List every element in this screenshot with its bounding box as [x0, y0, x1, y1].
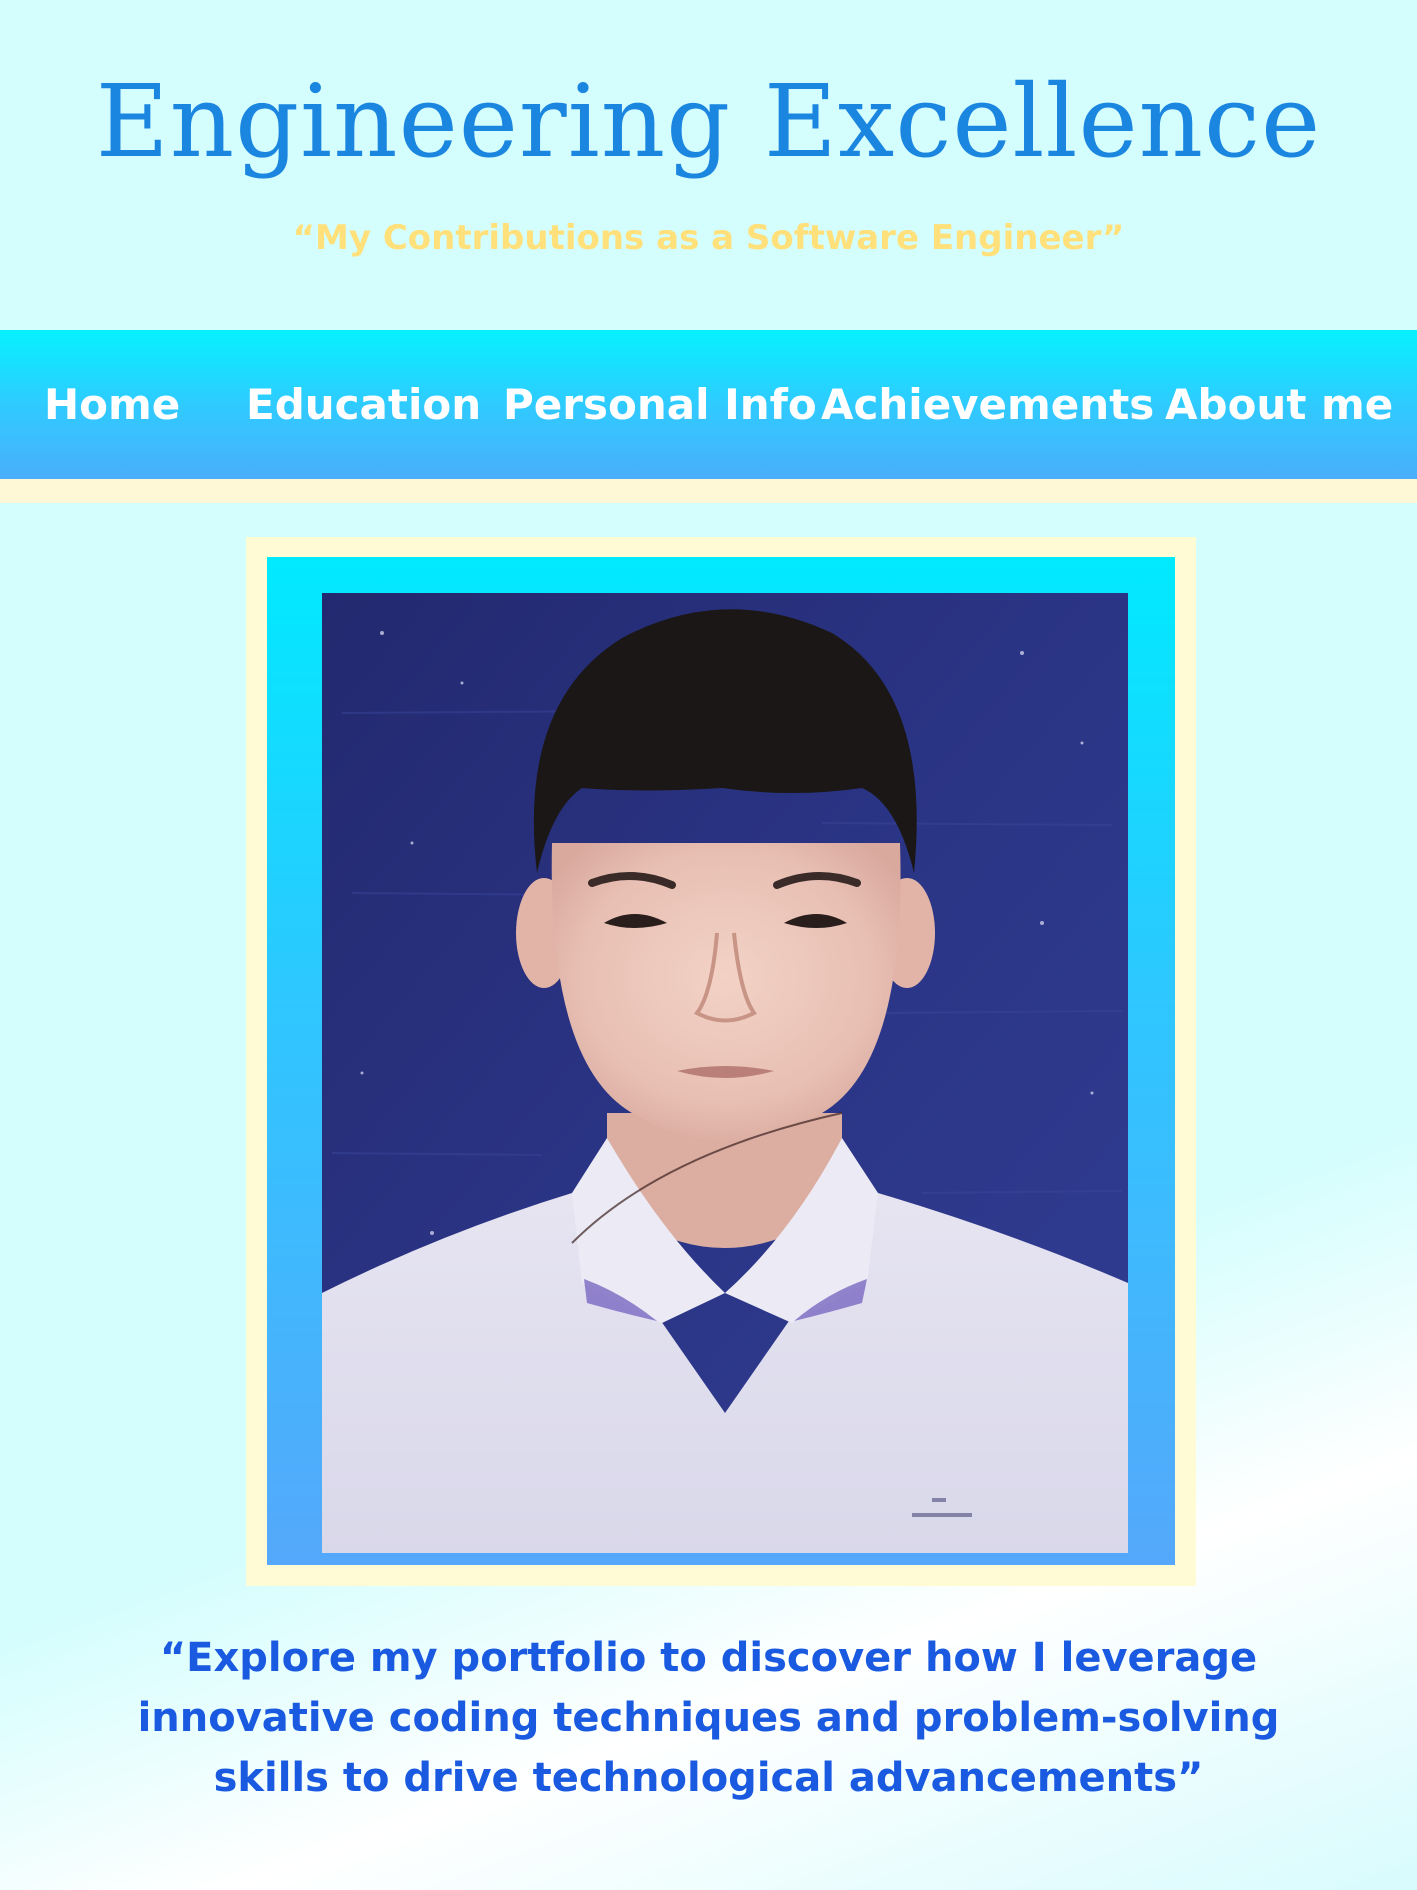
nav-item-personal-info[interactable]: Personal Info	[503, 330, 817, 479]
main-navbar: Home Education Personal Info Achievement…	[0, 330, 1417, 479]
site-subtitle: “My Contributions as a Software Engineer…	[292, 218, 1125, 258]
nav-item-achievements[interactable]: Achievements	[821, 330, 1154, 479]
nav-divider	[0, 479, 1417, 503]
tagline: “Explore my portfolio to discover how I …	[137, 1635, 1280, 1801]
nav-item-education[interactable]: Education	[246, 330, 481, 479]
site-header: Engineering Excellence “My Contributions…	[0, 0, 1417, 330]
nav-item-home[interactable]: Home	[44, 330, 180, 479]
nav-item-about-me[interactable]: About me	[1165, 330, 1393, 479]
site-title: Engineering Excellence	[95, 63, 1322, 180]
profile-photo	[322, 593, 1128, 1553]
